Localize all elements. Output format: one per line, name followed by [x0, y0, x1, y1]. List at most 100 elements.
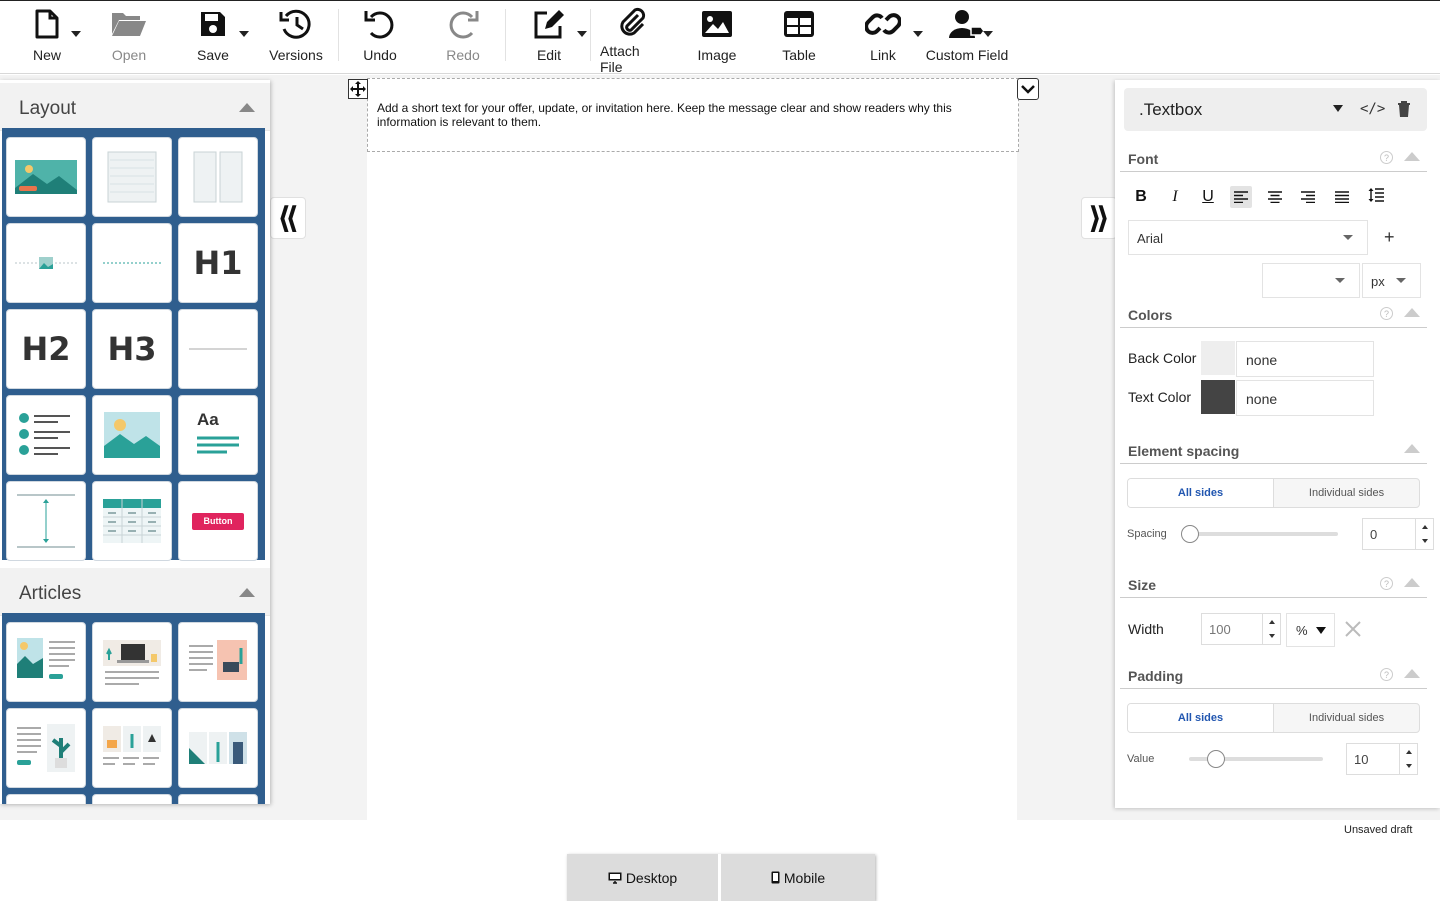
versions-button[interactable]: Versions — [268, 1, 324, 75]
article-laptop[interactable] — [92, 622, 172, 702]
width-unit-select[interactable]: % — [1286, 613, 1335, 647]
block-horizontal-line[interactable] — [178, 309, 258, 389]
stepper-up-icon[interactable] — [1422, 525, 1428, 529]
chevron-down-icon[interactable] — [913, 31, 923, 37]
collapse-left-panel-button[interactable]: ⟪ — [270, 197, 306, 239]
table-button[interactable]: Table — [776, 1, 822, 75]
undo-button[interactable]: Undo — [357, 1, 403, 75]
article-plant[interactable] — [6, 708, 86, 788]
articles-section-header[interactable]: Articles — [0, 568, 270, 616]
bold-button[interactable]: B — [1130, 186, 1152, 208]
save-button[interactable]: Save — [190, 1, 249, 75]
align-right-button[interactable] — [1297, 186, 1319, 208]
align-justify-button[interactable] — [1331, 186, 1353, 208]
edit-button[interactable]: Edit — [526, 1, 587, 75]
article-image-left[interactable] — [6, 622, 86, 702]
help-icon[interactable]: ? — [1380, 577, 1393, 590]
block-divider[interactable] — [92, 223, 172, 303]
textbox-text[interactable]: Add a short text for your offer, update,… — [377, 101, 997, 129]
collapse-triangle-icon[interactable] — [1404, 152, 1420, 161]
padding-input[interactable]: 10 — [1346, 743, 1418, 775]
back-color-input[interactable]: none — [1236, 341, 1374, 377]
layout-section-header[interactable]: Layout — [0, 83, 270, 131]
article-image-right[interactable] — [178, 622, 258, 702]
font-size-select[interactable] — [1262, 263, 1360, 298]
chevron-down-icon[interactable] — [239, 31, 249, 37]
spacing-individual-sides-tab[interactable]: Individual sides — [1274, 479, 1419, 507]
code-icon[interactable]: </> — [1360, 101, 1385, 117]
article-tile-partial[interactable] — [92, 794, 172, 804]
chevron-down-icon[interactable] — [71, 31, 81, 37]
email-canvas[interactable] — [367, 78, 1017, 820]
italic-button[interactable]: I — [1164, 186, 1186, 208]
link-button[interactable]: Link — [860, 1, 923, 75]
block-two-columns[interactable] — [178, 137, 258, 217]
block-button[interactable]: Button — [178, 481, 258, 561]
align-left-button[interactable] — [1230, 186, 1252, 208]
block-spacer[interactable] — [6, 481, 86, 561]
collapse-triangle-icon[interactable] — [1404, 669, 1420, 678]
help-icon[interactable]: ? — [1380, 307, 1393, 320]
padding-stepper[interactable] — [1399, 744, 1417, 774]
chevron-down-icon[interactable] — [983, 31, 993, 37]
block-heading-1[interactable]: H1 — [178, 223, 258, 303]
collapse-triangle-icon[interactable] — [1404, 578, 1420, 587]
spacing-all-sides-tab[interactable]: All sides — [1128, 479, 1274, 507]
help-icon[interactable]: ? — [1380, 668, 1393, 681]
spacing-slider-track[interactable] — [1190, 532, 1338, 536]
block-checklist[interactable] — [6, 395, 86, 475]
padding-slider-handle[interactable] — [1207, 750, 1225, 768]
padding-all-sides-tab[interactable]: All sides — [1128, 704, 1274, 732]
attach-file-button[interactable]: Attach File — [600, 1, 666, 75]
block-heading-3[interactable]: H3 — [92, 309, 172, 389]
clear-width-icon[interactable] — [1345, 621, 1361, 637]
block-text[interactable]: Aa — [178, 395, 258, 475]
article-tile-partial[interactable] — [178, 794, 258, 804]
help-icon[interactable]: ? — [1380, 151, 1393, 164]
spacing-slider-handle[interactable] — [1181, 525, 1199, 543]
text-color-input[interactable]: none — [1236, 380, 1374, 416]
chevron-down-icon[interactable] — [577, 31, 587, 37]
spacing-input[interactable]: 0 — [1362, 518, 1434, 550]
chevron-down-icon[interactable] — [1333, 105, 1343, 112]
article-three-products[interactable] — [92, 708, 172, 788]
stepper-up-icon[interactable] — [1406, 750, 1412, 754]
open-button[interactable]: Open — [106, 1, 152, 75]
move-handle[interactable] — [348, 79, 368, 99]
padding-individual-sides-tab[interactable]: Individual sides — [1274, 704, 1419, 732]
width-input[interactable]: 100 — [1201, 613, 1281, 645]
redo-button[interactable]: Redo — [440, 1, 486, 75]
block-image-banner[interactable] — [6, 137, 86, 217]
mobile-view-button[interactable]: Mobile — [721, 854, 875, 901]
stepper-up-icon[interactable] — [1269, 620, 1275, 624]
block-heading-2[interactable]: H2 — [6, 309, 86, 389]
collapse-triangle-icon[interactable] — [239, 588, 255, 597]
collapse-triangle-icon[interactable] — [1404, 308, 1420, 317]
element-type-select[interactable]: .Textbox </> — [1124, 88, 1427, 131]
font-family-select[interactable]: Arial — [1128, 220, 1368, 255]
desktop-view-button[interactable]: Desktop — [567, 854, 718, 901]
collapse-right-panel-button[interactable]: ⟫ — [1081, 197, 1117, 239]
add-font-icon[interactable]: + — [1384, 227, 1395, 248]
align-center-button[interactable] — [1264, 186, 1286, 208]
underline-button[interactable]: U — [1197, 186, 1219, 208]
article-three-images[interactable] — [178, 708, 258, 788]
custom-field-button[interactable]: Custom Field — [925, 1, 1009, 75]
block-image-divider[interactable] — [6, 223, 86, 303]
collapse-triangle-icon[interactable] — [239, 103, 255, 112]
block-collapse-button[interactable] — [1017, 78, 1039, 100]
font-unit-select[interactable]: px — [1362, 263, 1421, 298]
block-image[interactable] — [92, 395, 172, 475]
article-tile-partial[interactable] — [6, 794, 86, 804]
textbox-block[interactable]: Add a short text for your offer, update,… — [367, 78, 1019, 152]
block-table[interactable] — [92, 481, 172, 561]
text-color-swatch[interactable] — [1201, 380, 1235, 414]
stepper-down-icon[interactable] — [1422, 539, 1428, 543]
block-one-column[interactable] — [92, 137, 172, 217]
back-color-swatch[interactable] — [1201, 341, 1235, 375]
width-stepper[interactable] — [1262, 614, 1280, 644]
image-button[interactable]: Image — [694, 1, 740, 75]
line-height-button[interactable] — [1365, 184, 1387, 206]
spacing-stepper[interactable] — [1415, 519, 1433, 549]
stepper-down-icon[interactable] — [1269, 634, 1275, 638]
